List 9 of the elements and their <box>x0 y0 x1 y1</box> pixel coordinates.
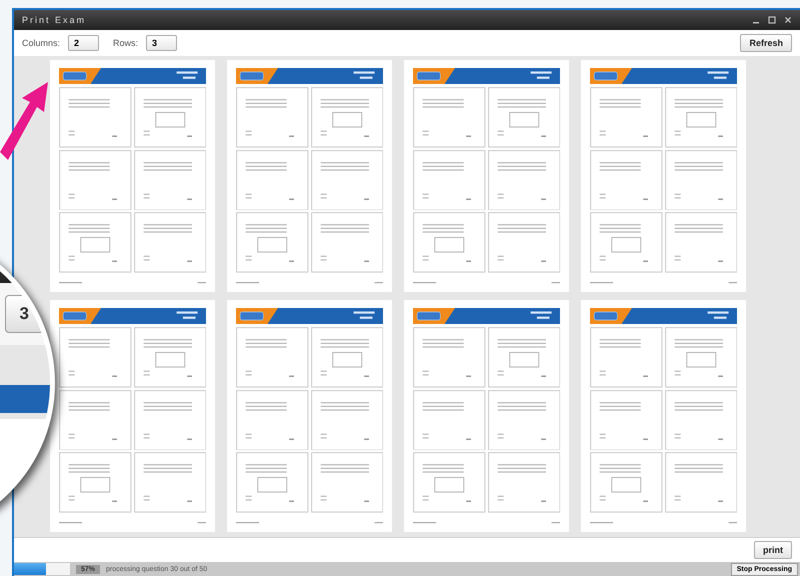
close-icon[interactable] <box>784 16 792 24</box>
columns-field[interactable]: 2 <box>68 35 100 51</box>
maximize-icon[interactable] <box>768 16 776 24</box>
rows-field[interactable]: 3 <box>146 35 178 51</box>
columns-label: Columns: <box>22 38 60 48</box>
window-title: Print Exam <box>22 15 86 25</box>
print-button[interactable]: print <box>754 541 792 559</box>
refresh-button[interactable]: Refresh <box>740 34 792 52</box>
rows-label: Rows: <box>113 38 138 48</box>
